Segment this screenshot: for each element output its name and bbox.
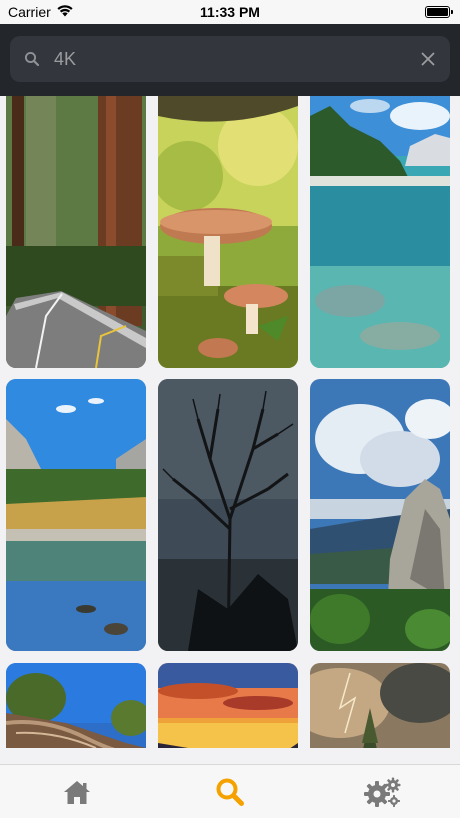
search-input[interactable] [54,36,406,82]
search-icon [10,36,54,82]
wallpaper-tile-redwood-forest-road[interactable] [6,96,146,368]
tab-settings[interactable] [307,765,460,818]
wallpaper-tile-mushrooms-in-forest[interactable] [158,96,298,368]
battery-icon [425,6,453,18]
wallpaper-tile-yosemite-river-reflection[interactable] [6,379,146,651]
settings-icon [364,777,401,807]
tab-search[interactable] [153,765,306,818]
carrier-label: Carrier [8,4,51,20]
status-bar: Carrier 11:33 PM [0,0,460,24]
tab-home[interactable] [0,765,153,818]
wallpaper-grid [0,96,460,748]
search-icon [216,778,244,806]
wallpaper-tile-fallen-tree-blue-sky[interactable] [6,663,146,748]
wallpaper-tile-rocky-peak-clouds[interactable] [310,379,450,651]
clear-icon[interactable] [406,36,450,82]
home-icon [63,781,90,804]
wifi-icon [56,4,74,20]
wallpaper-tile-stormy-sky-tree[interactable] [310,663,450,748]
tab-bar [0,764,460,818]
search-box[interactable] [10,36,450,82]
wallpaper-tile-bare-tree-silhouette[interactable] [158,379,298,651]
wallpaper-tile-turquoise-mountain-lake[interactable] [310,96,450,368]
wallpaper-tile-sunset-clouds[interactable] [158,663,298,748]
search-header [0,24,460,96]
status-left: Carrier [8,4,74,20]
